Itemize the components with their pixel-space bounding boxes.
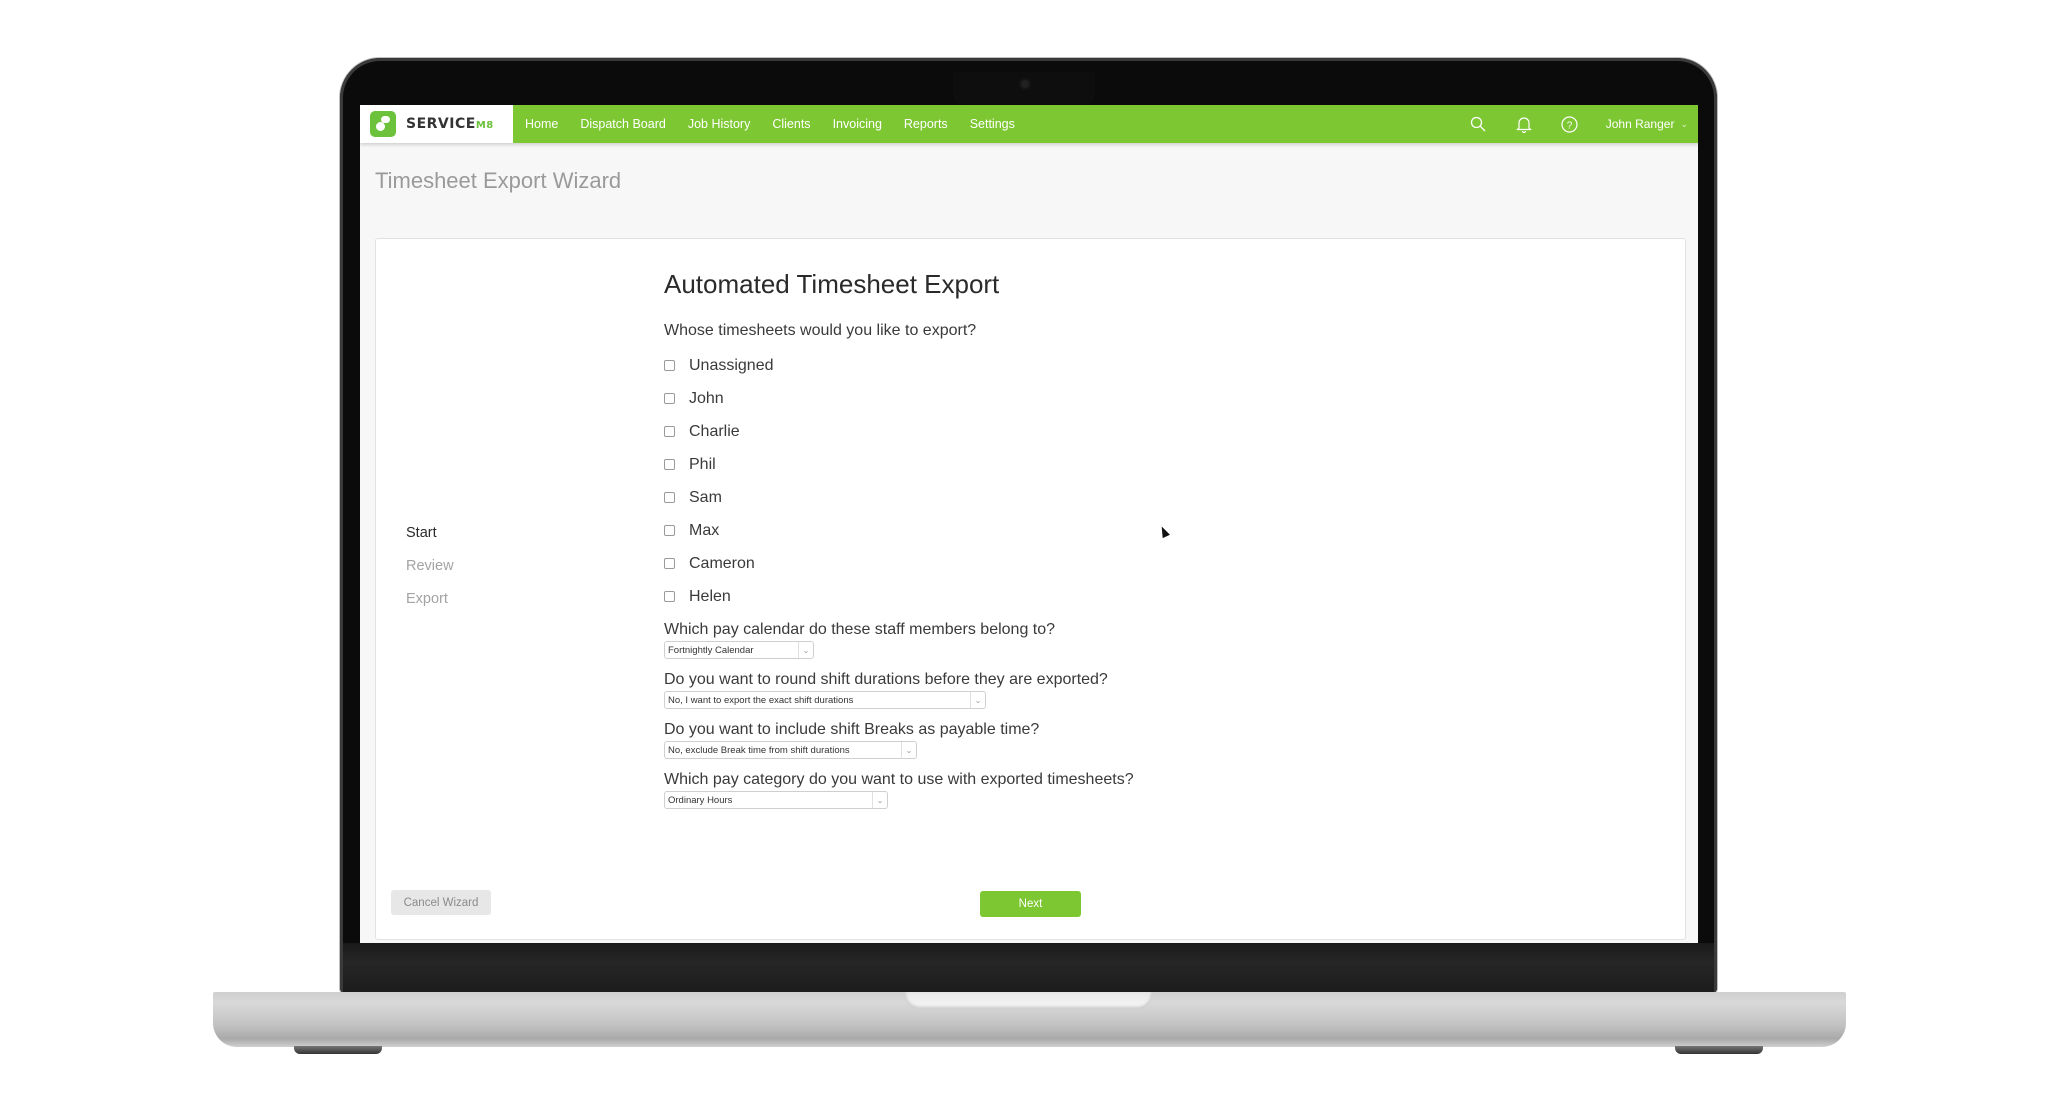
svg-text:?: ? bbox=[1567, 120, 1573, 131]
help-icon[interactable]: ? bbox=[1560, 114, 1580, 134]
top-navbar: SERVICEM8 Home Dispatch Board Job Histor… bbox=[360, 105, 1698, 143]
camera-notch bbox=[953, 72, 1095, 105]
brand-logo[interactable]: SERVICEM8 bbox=[360, 105, 513, 143]
pay-category-question: Which pay category do you want to use wi… bbox=[664, 771, 1134, 788]
pay-calendar-select[interactable]: Fortnightly Calendar ⌄ bbox=[664, 641, 814, 659]
staff-label: Cameron bbox=[689, 554, 755, 572]
select-value: Ordinary Hours bbox=[668, 794, 733, 806]
staff-label: Helen bbox=[689, 587, 731, 605]
chevron-down-icon: ⌄ bbox=[872, 792, 887, 808]
staff-option: Max bbox=[664, 514, 1134, 547]
laptop-foot-left bbox=[294, 1046, 382, 1054]
nav-dispatch-board[interactable]: Dispatch Board bbox=[580, 117, 665, 131]
breaks-select[interactable]: No, exclude Break time from shift durati… bbox=[664, 741, 917, 759]
user-menu[interactable]: John Ranger ⌄ bbox=[1606, 117, 1688, 131]
laptop-hinge-notch bbox=[905, 992, 1152, 1009]
staff-option: Sam bbox=[664, 481, 1134, 514]
nav-job-history[interactable]: Job History bbox=[688, 117, 751, 131]
staff-question: Whose timesheets would you like to expor… bbox=[664, 322, 977, 339]
staff-label: Unassigned bbox=[689, 356, 774, 374]
main-nav: Home Dispatch Board Job History Clients … bbox=[525, 105, 1037, 143]
select-value: No, exclude Break time from shift durati… bbox=[668, 744, 850, 756]
staff-label: Charlie bbox=[689, 422, 740, 440]
staff-option: Phil bbox=[664, 448, 1134, 481]
staff-option: John bbox=[664, 382, 1134, 415]
nav-settings[interactable]: Settings bbox=[970, 117, 1015, 131]
nav-reports[interactable]: Reports bbox=[904, 117, 948, 131]
search-icon[interactable] bbox=[1468, 114, 1488, 134]
breaks-block: Do you want to include shift Breaks as p… bbox=[664, 721, 1134, 759]
next-button[interactable]: Next bbox=[980, 891, 1081, 917]
brand-name: SERVICEM8 bbox=[406, 116, 494, 132]
bell-icon[interactable] bbox=[1514, 114, 1534, 134]
staff-label: John bbox=[689, 389, 724, 407]
wizard-card: Start Review Export Automated Timesheet … bbox=[375, 238, 1686, 940]
select-value: Fortnightly Calendar bbox=[668, 644, 754, 656]
staff-checkbox-helen[interactable] bbox=[664, 591, 675, 602]
logo-icon bbox=[370, 111, 396, 137]
breaks-question: Do you want to include shift Breaks as p… bbox=[664, 721, 1040, 738]
nav-home[interactable]: Home bbox=[525, 117, 558, 131]
step-start[interactable]: Start bbox=[406, 525, 454, 541]
staff-checkbox-john[interactable] bbox=[664, 393, 675, 404]
staff-checkbox-charlie[interactable] bbox=[664, 426, 675, 437]
screen: SERVICEM8 Home Dispatch Board Job Histor… bbox=[360, 105, 1698, 943]
chevron-down-icon: ⌄ bbox=[970, 692, 985, 708]
step-review[interactable]: Review bbox=[406, 558, 454, 574]
staff-checkbox-sam[interactable] bbox=[664, 492, 675, 503]
chevron-down-icon: ⌄ bbox=[901, 742, 916, 758]
round-durations-select[interactable]: No, I want to export the exact shift dur… bbox=[664, 691, 986, 709]
staff-label: Max bbox=[689, 521, 720, 539]
camera-icon bbox=[1021, 80, 1029, 88]
staff-option: Helen bbox=[664, 580, 1134, 613]
round-durations-question: Do you want to round shift durations bef… bbox=[664, 671, 1108, 688]
pay-category-select[interactable]: Ordinary Hours ⌄ bbox=[664, 791, 888, 809]
form-heading: Automated Timesheet Export bbox=[664, 269, 1000, 299]
staff-checkbox-max[interactable] bbox=[664, 525, 675, 536]
laptop-foot-right bbox=[1675, 1046, 1763, 1054]
staff-checkbox-phil[interactable] bbox=[664, 459, 675, 470]
round-durations-block: Do you want to round shift durations bef… bbox=[664, 671, 1134, 709]
staff-label: Phil bbox=[689, 455, 716, 473]
page-title: Timesheet Export Wizard bbox=[375, 168, 622, 193]
staff-label: Sam bbox=[689, 488, 722, 506]
chevron-down-icon: ⌄ bbox=[798, 642, 813, 658]
staff-option: Cameron bbox=[664, 547, 1134, 580]
cancel-wizard-button[interactable]: Cancel Wizard bbox=[391, 890, 491, 915]
export-form: Automated Timesheet Export Whose timeshe… bbox=[664, 269, 1134, 821]
user-name: John Ranger bbox=[1605, 117, 1675, 131]
staff-option: Unassigned bbox=[664, 349, 1134, 382]
pay-calendar-question: Which pay calendar do these staff member… bbox=[664, 621, 1056, 638]
staff-checkbox-unassigned[interactable] bbox=[664, 360, 675, 371]
pay-category-block: Which pay category do you want to use wi… bbox=[664, 771, 1134, 809]
laptop-chin bbox=[343, 943, 1714, 993]
staff-option: Charlie bbox=[664, 415, 1134, 448]
nav-invoicing[interactable]: Invoicing bbox=[833, 117, 882, 131]
nav-clients[interactable]: Clients bbox=[772, 117, 810, 131]
select-value: No, I want to export the exact shift dur… bbox=[668, 694, 854, 706]
nav-right: ? John Ranger ⌄ bbox=[1468, 105, 1698, 143]
wizard-steps: Start Review Export bbox=[406, 525, 454, 624]
chevron-down-icon: ⌄ bbox=[1680, 118, 1688, 129]
staff-checkbox-cameron[interactable] bbox=[664, 558, 675, 569]
pay-calendar-block: Which pay calendar do these staff member… bbox=[664, 621, 1134, 659]
step-export[interactable]: Export bbox=[406, 591, 454, 607]
